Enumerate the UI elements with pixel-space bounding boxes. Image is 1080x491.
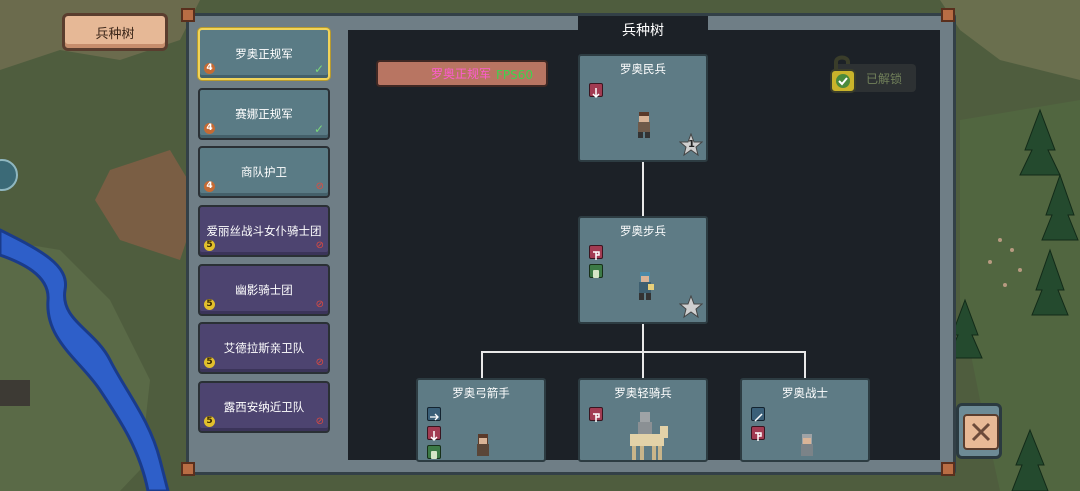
archer-sprite — [477, 434, 489, 456]
warrior-sprite — [801, 434, 813, 456]
faction-level-badge: 5 — [204, 240, 215, 251]
faction-card-caravan-guard[interactable]: 商队护卫 4 ⊘ — [198, 146, 330, 198]
faction-card-label: 赛娜正规军 — [235, 107, 293, 121]
close-button[interactable] — [956, 403, 1002, 459]
infantry-sprite — [639, 272, 654, 300]
tier-number: 1 — [688, 139, 695, 150]
faction-card-label: 罗奥正规军 — [235, 47, 293, 61]
unlocked-check-icon: ✓ — [313, 122, 324, 136]
faction-card-sena-regular[interactable]: 赛娜正规军 4 ✓ — [198, 88, 330, 140]
close-icon — [971, 422, 991, 442]
unit-name: 罗奥战士 — [782, 386, 828, 400]
shield-icon — [427, 445, 441, 459]
tree-connector — [481, 351, 483, 379]
faction-level-badge: 4 — [204, 181, 215, 192]
piercing-weapon-icon — [589, 83, 603, 99]
troop-tree-tab-label: 兵种树 — [95, 26, 135, 42]
faction-level-badge: 4 — [204, 123, 215, 134]
unit-name: 罗奥步兵 — [620, 224, 666, 238]
faction-list: 罗奥正规军 4 ✓ 赛娜正规军 4 ✓ 商队护卫 4 ⊘ 爱丽丝战斗女仆骑士团 … — [198, 28, 334, 468]
faction-card-alice-maid-knights[interactable]: 爱丽丝战斗女仆骑士团 5 ⊘ — [198, 205, 330, 257]
faction-level-badge: 5 — [204, 299, 215, 310]
unlock-status-label: 已解锁 — [866, 72, 903, 86]
frame-corner-rivet — [941, 462, 955, 476]
faction-card-shadow-knights[interactable]: 幽影骑士团 5 ⊘ — [198, 264, 330, 316]
locked-ban-icon: ⊘ — [315, 240, 324, 251]
faction-card-label: 商队护卫 — [241, 165, 287, 179]
faction-card-roao-regular[interactable]: 罗奥正规军 4 ✓ — [198, 28, 330, 80]
tree-connector — [642, 324, 644, 352]
locked-ban-icon: ⊘ — [315, 416, 324, 427]
faction-card-label: 露西安纳近卫队 — [223, 400, 305, 414]
bow-weapon-icon — [427, 407, 441, 421]
faction-level-badge: 4 — [204, 63, 215, 74]
frame-corner-rivet — [181, 8, 195, 22]
locked-ban-icon: ⊘ — [315, 181, 324, 192]
piercing-weapon-icon — [427, 426, 441, 442]
militia-sprite — [638, 112, 650, 138]
panel-title: 兵种树 — [578, 16, 708, 44]
unit-card-infantry[interactable]: 罗奥步兵 — [578, 216, 708, 324]
close-button-face — [963, 414, 999, 450]
tree-connector — [804, 351, 806, 379]
sword-weapon-icon — [751, 407, 765, 422]
locked-ban-icon: ⊘ — [315, 357, 324, 368]
faction-level-badge: 5 — [204, 416, 215, 427]
unit-card-warrior[interactable]: 罗奥战士 — [740, 378, 870, 462]
unit-name: 罗奥弓箭手 — [452, 386, 510, 400]
unit-card-light-cavalry[interactable]: 罗奥轻骑兵 — [578, 378, 708, 462]
unit-card-militia[interactable]: 罗奥民兵 1 — [578, 54, 708, 162]
frame-corner-rivet — [941, 8, 955, 22]
unit-name: 罗奥轻骑兵 — [614, 386, 672, 400]
unit-card-archer[interactable]: 罗奥弓箭手 — [416, 378, 546, 462]
axe-weapon-icon — [589, 407, 603, 422]
faction-card-edras-guard[interactable]: 艾德拉斯亲卫队 5 ⊘ — [198, 322, 330, 374]
faction-card-label: 幽影骑士团 — [235, 283, 293, 297]
unit-name: 罗奥民兵 — [620, 62, 666, 76]
tier-star-icon — [679, 295, 703, 319]
tree-connector — [642, 162, 644, 217]
locked-ban-icon: ⊘ — [315, 299, 324, 310]
axe-weapon-icon — [751, 426, 765, 441]
frame-corner-rivet — [181, 462, 195, 476]
light-cavalry-sprite — [630, 412, 668, 460]
unlocked-padlock-icon — [830, 55, 856, 93]
faction-card-label: 艾德拉斯亲卫队 — [223, 341, 305, 355]
shield-icon — [589, 264, 603, 278]
fps-counter: FPS60 — [496, 68, 534, 82]
faction-level-badge: 5 — [204, 357, 215, 368]
selected-faction-name: 罗奥正规军 — [431, 67, 492, 81]
faction-card-label: 爱丽丝战斗女仆骑士团 — [206, 224, 322, 238]
tree-connector — [642, 351, 644, 379]
troop-tree-tab-button[interactable]: 兵种树 — [62, 13, 168, 51]
faction-card-luciana-guard[interactable]: 露西安纳近卫队 5 ⊘ — [198, 381, 330, 433]
unlock-status-badge: 已解锁 — [830, 55, 916, 93]
unlocked-check-icon: ✓ — [313, 62, 324, 76]
axe-weapon-icon — [589, 245, 603, 260]
